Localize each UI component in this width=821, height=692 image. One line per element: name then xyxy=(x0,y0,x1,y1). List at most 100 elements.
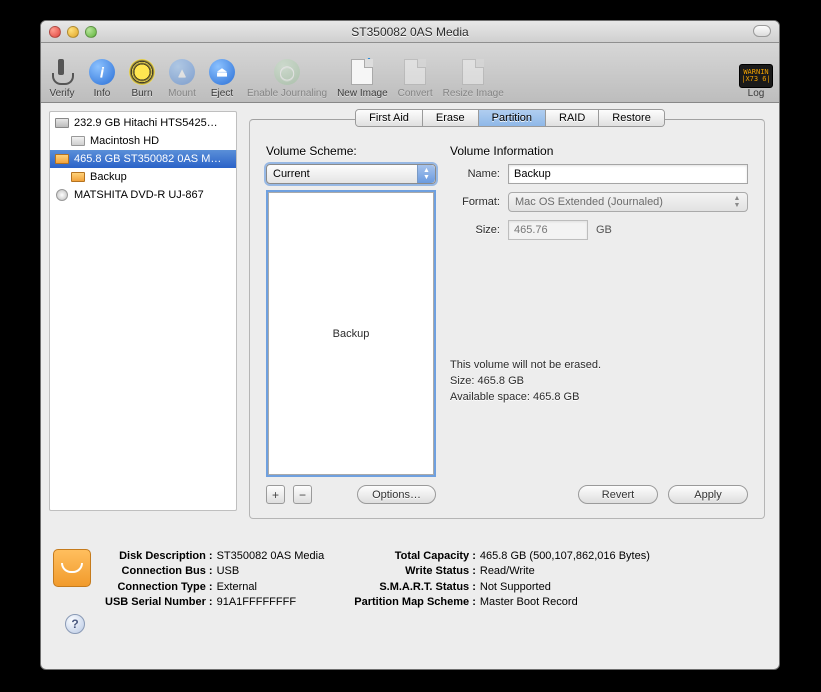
size-label: Size: xyxy=(450,224,508,236)
convert-icon xyxy=(404,59,426,85)
note-line: This volume will not be erased. xyxy=(450,358,748,374)
format-popup[interactable]: Mac OS Extended (Journaled) ▲▼ xyxy=(508,192,748,212)
log-button[interactable]: WARNIN |X73 6| Log xyxy=(739,64,773,99)
footer-key: Write Status : xyxy=(354,564,476,579)
volume-item-backup[interactable]: Backup xyxy=(50,168,236,186)
new-image-button[interactable]: New Image xyxy=(337,56,388,99)
tab-raid[interactable]: RAID xyxy=(546,110,599,126)
partition-map[interactable]: Backup xyxy=(266,190,436,477)
eject-button[interactable]: ⏏ Eject xyxy=(207,56,237,99)
burn-button[interactable]: Burn xyxy=(127,56,157,99)
footer-key: Partition Map Scheme : xyxy=(354,595,476,610)
journal-icon: ◯ xyxy=(274,59,300,85)
mount-icon: ▲ xyxy=(169,59,195,85)
burn-label: Burn xyxy=(131,88,152,99)
tab-restore[interactable]: Restore xyxy=(599,110,664,126)
disk-item-hitachi[interactable]: 232.9 GB Hitachi HTS5425… xyxy=(50,114,236,132)
disk-utility-window: ST350082 0AS Media Verify i Info Burn ▲ … xyxy=(40,20,780,670)
microscope-icon xyxy=(52,59,72,85)
optical-disk-icon xyxy=(56,189,68,201)
footer-value: 465.8 GB (500,107,862,016 Bytes) xyxy=(480,549,650,564)
eject-label: Eject xyxy=(211,88,233,99)
footer-key: S.M.A.R.T. Status : xyxy=(354,580,476,595)
footer-value: Not Supported xyxy=(480,580,650,595)
mount-label: Mount xyxy=(168,88,196,99)
resize-image-button: Resize Image xyxy=(443,56,504,99)
disk-list[interactable]: 232.9 GB Hitachi HTS5425… Macintosh HD 4… xyxy=(49,111,237,511)
chevron-up-down-icon: ▲▼ xyxy=(417,165,435,183)
chevron-up-down-icon: ▲▼ xyxy=(731,195,743,209)
disk-item-st350082[interactable]: 465.8 GB ST350082 0AS M… xyxy=(50,150,236,168)
footer-value: Master Boot Record xyxy=(480,595,650,610)
format-label: Format: xyxy=(450,196,508,208)
info-icon: i xyxy=(89,59,115,85)
resize-icon xyxy=(462,59,484,85)
toolbar: Verify i Info Burn ▲ Mount ⏏ Eject ◯ Ena… xyxy=(41,43,779,103)
disk-item-label: 465.8 GB ST350082 0AS M… xyxy=(74,153,221,165)
new-image-label: New Image xyxy=(337,88,388,99)
log-icon: WARNIN |X73 6| xyxy=(739,64,773,88)
volume-scheme-label: Volume Scheme: xyxy=(266,144,436,158)
format-value: Mac OS Extended (Journaled) xyxy=(515,196,663,208)
disk-item-label: Backup xyxy=(90,171,127,183)
external-volume-icon xyxy=(71,172,85,182)
partition-block[interactable]: Backup xyxy=(268,192,434,475)
log-label: Log xyxy=(748,88,765,99)
revert-button[interactable]: Revert xyxy=(578,485,658,504)
partition-block-label: Backup xyxy=(333,328,370,340)
name-field[interactable]: Backup xyxy=(508,164,748,184)
size-field[interactable]: 465.76 xyxy=(508,220,588,240)
resize-label: Resize Image xyxy=(443,88,504,99)
window-title: ST350082 0AS Media xyxy=(41,25,779,39)
toolbar-toggle-button[interactable] xyxy=(753,25,771,37)
info-label: Info xyxy=(94,88,111,99)
footer-value: External xyxy=(217,580,325,595)
add-partition-button[interactable]: + xyxy=(266,485,285,504)
tab-erase[interactable]: Erase xyxy=(423,110,479,126)
disk-info-footer: Disk Description : Connection Bus : Conn… xyxy=(53,549,765,659)
help-button[interactable]: ? xyxy=(65,614,85,634)
info-button[interactable]: i Info xyxy=(87,56,117,99)
tab-first-aid[interactable]: First Aid xyxy=(356,110,423,126)
disk-item-label: 232.9 GB Hitachi HTS5425… xyxy=(74,117,218,129)
volume-scheme-value: Current xyxy=(273,168,310,180)
external-disk-icon xyxy=(55,154,69,164)
verify-label: Verify xyxy=(49,88,74,99)
footer-key: Connection Type : xyxy=(105,580,213,595)
eject-icon: ⏏ xyxy=(209,59,235,85)
enable-journaling-button: ◯ Enable Journaling xyxy=(247,56,327,99)
volume-note: This volume will not be erased. Size: 46… xyxy=(450,358,748,406)
footer-value: 91A1FFFFFFFF xyxy=(217,595,325,610)
tab-partition[interactable]: Partition xyxy=(479,110,546,126)
name-label: Name: xyxy=(450,168,508,180)
options-button[interactable]: Options… xyxy=(357,485,436,504)
apply-button[interactable]: Apply xyxy=(668,485,748,504)
internal-disk-icon xyxy=(55,118,69,128)
burn-icon xyxy=(129,59,155,85)
note-line: Available space: 465.8 GB xyxy=(450,390,748,406)
verify-button[interactable]: Verify xyxy=(47,56,77,99)
volume-scheme-popup[interactable]: Current ▲▼ xyxy=(266,164,436,184)
partition-panel: Volume Scheme: Current ▲▼ Backup + xyxy=(249,119,765,519)
disk-item-dvd[interactable]: MATSHITA DVD-R UJ-867 xyxy=(50,186,236,204)
footer-value: USB xyxy=(217,564,325,579)
tab-bar: First Aid Erase Partition RAID Restore xyxy=(241,109,779,127)
external-disk-large-icon xyxy=(53,549,91,587)
convert-button: Convert xyxy=(398,56,433,99)
new-image-icon xyxy=(351,59,373,85)
footer-key: Total Capacity : xyxy=(354,549,476,564)
volume-item-macintosh-hd[interactable]: Macintosh HD xyxy=(50,132,236,150)
convert-label: Convert xyxy=(398,88,433,99)
footer-key: Disk Description : xyxy=(105,549,213,564)
volume-info-heading: Volume Information xyxy=(450,144,748,158)
footer-value: ST350082 0AS Media xyxy=(217,549,325,564)
footer-value: Read/Write xyxy=(480,564,650,579)
mount-button: ▲ Mount xyxy=(167,56,197,99)
remove-partition-button[interactable]: − xyxy=(293,485,312,504)
footer-key: Connection Bus : xyxy=(105,564,213,579)
note-line: Size: 465.8 GB xyxy=(450,374,748,390)
titlebar: ST350082 0AS Media xyxy=(41,21,779,43)
size-unit: GB xyxy=(596,224,612,236)
journal-label: Enable Journaling xyxy=(247,88,327,99)
volume-icon xyxy=(71,136,85,146)
